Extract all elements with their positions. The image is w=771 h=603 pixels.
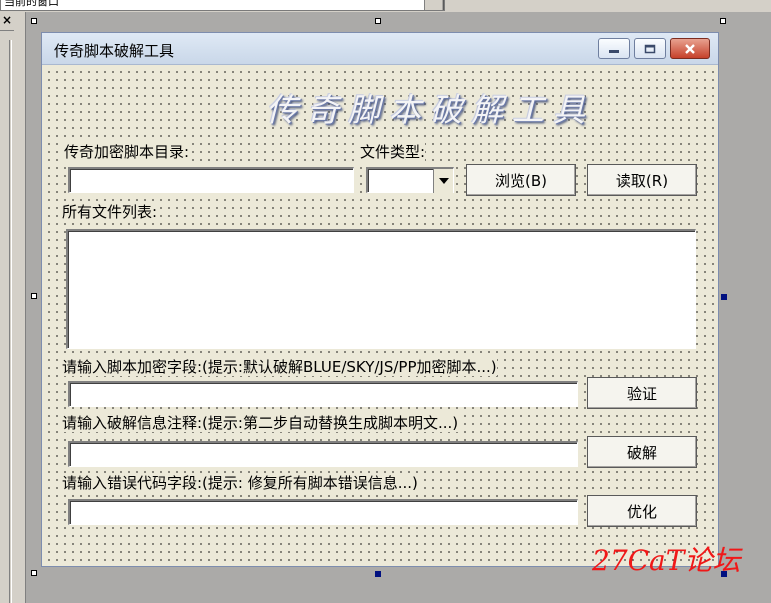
side-panel (0, 12, 26, 603)
object-selector-text: 当前的窗口 (4, 0, 59, 8)
optimize-button[interactable]: 优化 (587, 495, 697, 527)
banner-title: 传奇脚本破解工具 (266, 91, 595, 129)
close-button[interactable] (670, 38, 710, 59)
browse-button[interactable]: 浏览(B) (466, 164, 576, 196)
form-titlebar[interactable]: 传奇脚本破解工具 (42, 33, 718, 65)
forum-watermark: 27CaT论坛 (592, 544, 741, 577)
dir-input[interactable] (68, 167, 354, 193)
field1-label: 请输入脚本加密字段:(提示:默认破解BLUE/SKY/JS/PP加密脚本...) (62, 358, 497, 376)
verify-button[interactable]: 验证 (587, 377, 697, 409)
resize-handle-left[interactable] (31, 293, 37, 299)
field1-input[interactable] (68, 381, 578, 407)
object-selector-combo[interactable]: 当前的窗口 (0, 0, 445, 11)
resize-handle-top-right[interactable] (720, 18, 726, 24)
file-list[interactable] (66, 229, 696, 349)
field3-input[interactable] (68, 499, 578, 525)
form-title: 传奇脚本破解工具 (54, 42, 175, 60)
crack-button[interactable]: 破解 (587, 436, 697, 468)
filetype-select[interactable] (366, 167, 454, 193)
object-selector-dropdown-button[interactable] (424, 0, 444, 10)
resize-handle-bottom-left[interactable] (31, 570, 37, 576)
field2-label: 请输入破解信息注释:(提示:第二步自动替换生成脚本明文...) (62, 414, 459, 432)
minimize-icon (609, 49, 619, 53)
designer-form[interactable]: 传奇脚本破解工具 传奇脚本破解工具 传奇加密脚本目录: 文件类型: 浏览(B) … (41, 32, 719, 567)
panel-close-icon[interactable]: × (0, 14, 14, 28)
filelist-label: 所有文件列表: (62, 203, 158, 221)
resize-handle-top[interactable] (375, 18, 381, 24)
minimize-button[interactable] (598, 38, 630, 59)
chevron-down-icon (438, 178, 449, 184)
filetype-label: 文件类型: (360, 143, 426, 161)
resize-handle-bottom[interactable] (375, 571, 381, 577)
close-icon (685, 43, 695, 54)
field2-input[interactable] (68, 441, 578, 467)
resize-handle-top-left[interactable] (31, 18, 37, 24)
maximize-button[interactable] (634, 38, 666, 59)
dir-label: 传奇加密脚本目录: (64, 143, 190, 161)
panel-splitter[interactable] (9, 40, 12, 603)
panel-separator (0, 30, 14, 31)
maximize-icon (644, 44, 656, 53)
read-button[interactable]: 读取(R) (587, 164, 697, 196)
filetype-dropdown-button[interactable] (433, 169, 453, 193)
resize-handle-right[interactable] (721, 294, 727, 300)
field3-label: 请输入错误代码字段:(提示: 修复所有脚本错误信息...) (62, 474, 418, 492)
